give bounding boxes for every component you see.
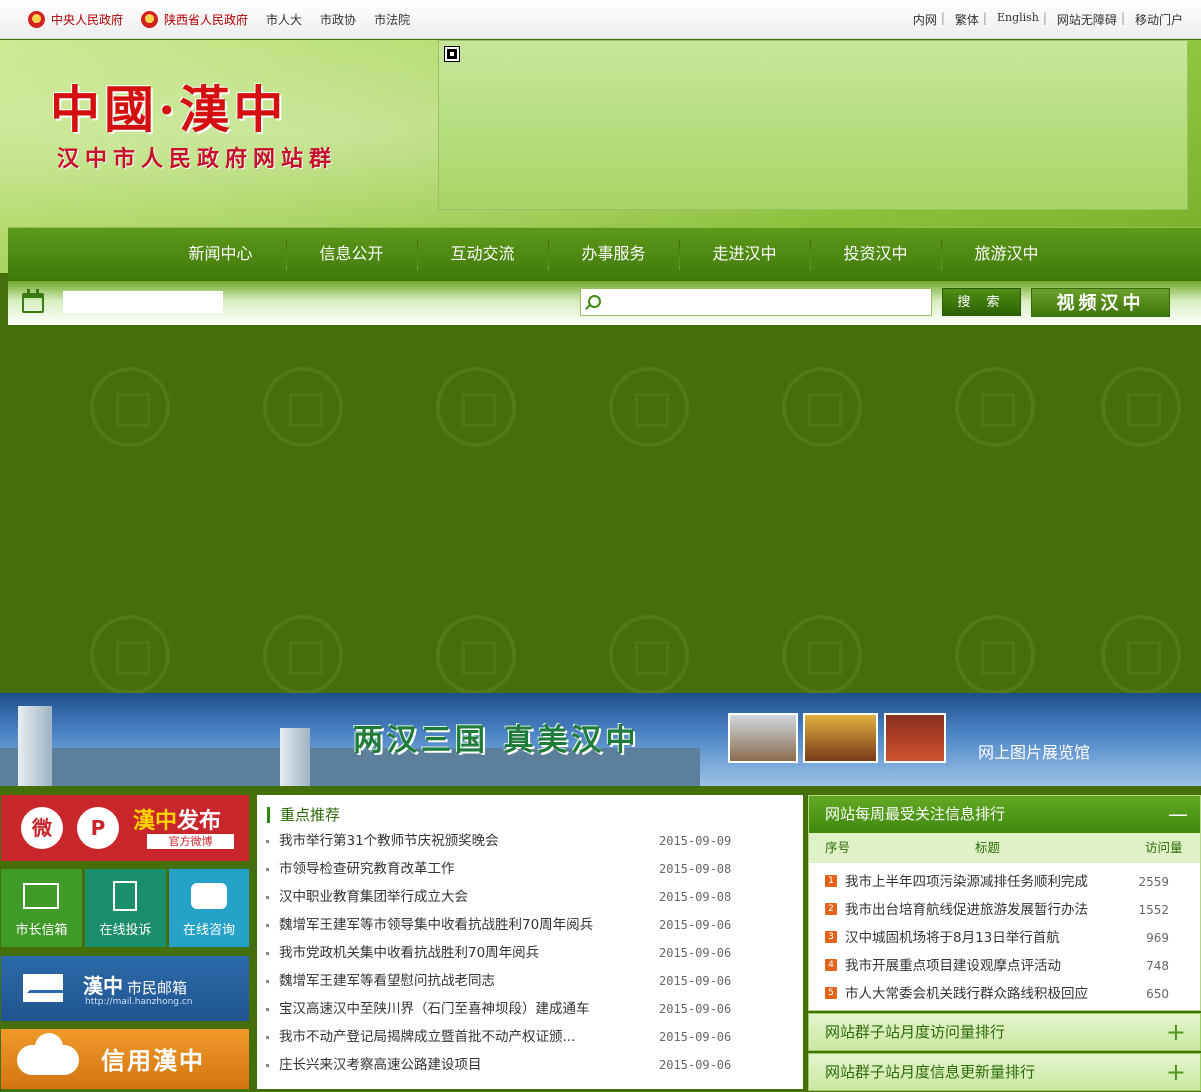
list-item[interactable]: 宝汉高速汉中至陕川界（石门至喜神坝段）建成通车 2015-09-06 — [265, 995, 795, 1023]
weibo-tag: 官方微博 — [147, 834, 234, 849]
coin-pattern-icon — [436, 615, 516, 693]
weekly-ranking: 网站每周最受关注信息排行 — 序号 标题 访问量 1 我市上半年四项污染源减排任务… — [808, 795, 1201, 1011]
nav-item-news[interactable]: 新闻中心 — [155, 228, 286, 281]
site-logo-subtitle: 汉中市人民政府网站群 — [57, 147, 338, 172]
table-row[interactable]: 3 汉中城固机场将于8月13日举行首航 969 — [809, 924, 1200, 952]
online-complaint-button[interactable]: 在线投诉 — [85, 869, 166, 947]
banner-photo — [884, 713, 946, 763]
coin-pattern-icon — [782, 367, 862, 447]
national-emblem-icon — [141, 11, 159, 28]
search-input[interactable] — [580, 288, 932, 316]
top-bar: 中央人民政府 陕西省人民政府 市人大 市政协 市法院 内网 | 繁体 | Engli… — [0, 0, 1201, 39]
tencent-weibo-icon: P — [77, 807, 119, 849]
featured-news: 重点推荐 我市举行第31个教师节庆祝颁奖晚会 2015-09-09 市领导检查研究… — [257, 795, 803, 1089]
content-background — [0, 325, 1201, 693]
link-city-court[interactable]: 市法院 — [374, 11, 410, 28]
search-icon — [588, 295, 601, 308]
top-left-links: 中央人民政府 陕西省人民政府 市人大 市政协 市法院 — [28, 11, 428, 28]
monthly-visits-ranking-panel[interactable]: 网站群子站月度访问量排行 + — [808, 1013, 1201, 1051]
ranking-list: 1 我市上半年四项污染源减排任务顺利完成 2559 2 我市出台培育航线促进旅游发展暂… — [809, 868, 1200, 1008]
list-item[interactable]: 我市党政机关集中收看抗战胜利70周年阅兵 2015-09-06 — [265, 939, 795, 967]
flash-placeholder-icon[interactable] — [444, 46, 460, 62]
table-row[interactable]: 1 我市上半年四项污染源减排任务顺利完成 2559 — [809, 868, 1200, 896]
list-item[interactable]: 我市举行第31个教师节庆祝颁奖晚会 2015-09-09 — [265, 827, 795, 855]
building-image — [18, 706, 52, 786]
header-flash-area — [438, 40, 1188, 210]
main-nav: 新闻中心 信息公开 互动交流 办事服务 走进汉中 投资汉中 旅游汉中 — [8, 227, 1201, 280]
weibo-icon: 微 — [21, 807, 63, 849]
citizen-mailbox-url: http://mail.hanzhong.cn — [85, 997, 193, 1007]
link-mobile-portal[interactable]: 移动门户 — [1135, 11, 1183, 28]
coin-pattern-icon — [90, 367, 170, 447]
coin-pattern-icon — [263, 367, 343, 447]
nav-item-about[interactable]: 走进汉中 — [679, 228, 810, 281]
ranking-column-headers: 序号 标题 访问量 — [809, 833, 1200, 863]
banner-photo — [803, 713, 878, 763]
link-accessibility[interactable]: 网站无障碍 — [1057, 11, 1117, 28]
nav-item-interaction[interactable]: 互动交流 — [417, 228, 548, 281]
link-city-congress[interactable]: 市人大 — [266, 11, 302, 28]
link-central-government[interactable]: 中央人民政府 — [28, 11, 123, 28]
official-weibo-button[interactable]: 微 P 漢中发布 官方微博 — [1, 795, 249, 861]
featured-title: 重点推荐 — [267, 807, 340, 823]
list-item[interactable]: 市领导检查研究教育改革工作 2015-09-08 — [265, 855, 795, 883]
expand-icon[interactable]: + — [1166, 1014, 1186, 1050]
coin-pattern-icon — [90, 615, 170, 693]
chat-bubble-icon — [191, 883, 227, 909]
document-icon — [113, 881, 137, 911]
table-row[interactable]: 2 我市出台培育航线促进旅游发展暂行办法 1552 — [809, 896, 1200, 924]
list-item[interactable]: 魏增军王建军等市领导集中收看抗战胜利70周年阅兵 2015-09-06 — [265, 911, 795, 939]
banner-gallery-label[interactable]: 网上图片展览馆 — [978, 739, 1090, 763]
featured-list: 我市举行第31个教师节庆祝颁奖晚会 2015-09-09 市领导检查研究教育改革工… — [265, 827, 795, 1079]
video-hanzhong-button[interactable]: 视频汉中 — [1031, 288, 1170, 317]
coin-pattern-icon — [782, 615, 862, 693]
link-traditional[interactable]: 繁体 — [955, 11, 979, 28]
coin-pattern-icon — [955, 367, 1035, 447]
coin-pattern-icon — [1101, 615, 1181, 693]
national-emblem-icon — [28, 11, 45, 28]
coin-pattern-icon — [263, 615, 343, 693]
list-item[interactable]: 我市不动产登记局揭牌成立暨首批不动产权证颁... 2015-09-06 — [265, 1023, 795, 1051]
table-row[interactable]: 5 市人大常委会机关践行群众路线积极回应 650 — [809, 980, 1200, 1008]
nav-item-info-disclosure[interactable]: 信息公开 — [286, 228, 417, 281]
promo-banner[interactable]: 两汉三国 真美汉中 网上图片展览馆 — [0, 693, 1201, 786]
link-city-cppcc[interactable]: 市政协 — [320, 11, 356, 28]
expand-icon[interactable]: + — [1166, 1054, 1186, 1090]
top-right-links: 内网 | 繁体 | English | 网站无障碍 | 移动门户 — [912, 11, 1183, 28]
list-item[interactable]: 汉中职业教育集团举行成立大会 2015-09-08 — [265, 883, 795, 911]
site-logo-title[interactable]: 中國·漢中 — [50, 70, 287, 142]
table-row[interactable]: 4 我市开展重点项目建设观摩点评活动 748 — [809, 952, 1200, 980]
search-bar: 搜 索 视频汉中 — [8, 281, 1201, 325]
calendar-icon — [22, 289, 44, 313]
credit-hanzhong-button[interactable]: 信用漢中 — [1, 1029, 249, 1089]
link-shaanxi-government[interactable]: 陕西省人民政府 — [141, 11, 248, 28]
envelope-icon — [23, 883, 59, 909]
date-display — [63, 291, 223, 313]
coin-pattern-icon — [436, 367, 516, 447]
ranking-header: 网站每周最受关注信息排行 — — [809, 796, 1200, 833]
mail-icon — [23, 974, 65, 1002]
link-intranet[interactable]: 内网 — [913, 11, 937, 28]
link-english[interactable]: English — [997, 11, 1039, 28]
search-button[interactable]: 搜 索 — [942, 288, 1021, 316]
mayor-mailbox-button[interactable]: 市长信箱 — [1, 869, 82, 947]
banner-photo — [728, 713, 798, 763]
coin-pattern-icon — [955, 615, 1035, 693]
building-image — [280, 728, 310, 786]
nav-item-invest[interactable]: 投资汉中 — [810, 228, 941, 281]
nav-item-services[interactable]: 办事服务 — [548, 228, 679, 281]
coin-pattern-icon — [1101, 367, 1181, 447]
collapse-icon[interactable]: — — [1168, 796, 1188, 833]
citizen-mailbox-button[interactable]: 漢中 市民邮箱 http://mail.hanzhong.cn — [1, 956, 249, 1021]
banner-slogan: 两汉三国 真美汉中 — [353, 723, 640, 758]
online-consult-button[interactable]: 在线咨询 — [169, 869, 249, 947]
nav-item-tourism[interactable]: 旅游汉中 — [941, 228, 1072, 281]
coin-pattern-icon — [609, 615, 689, 693]
coin-pattern-icon — [609, 367, 689, 447]
cloud-icon — [17, 1033, 79, 1075]
list-item[interactable]: 庄长兴来汉考察高速公路建设项目 2015-09-06 — [265, 1051, 795, 1079]
monthly-updates-ranking-panel[interactable]: 网站群子站月度信息更新量排行 + — [808, 1053, 1201, 1091]
list-item[interactable]: 魏增军王建军等看望慰问抗战老同志 2015-09-06 — [265, 967, 795, 995]
